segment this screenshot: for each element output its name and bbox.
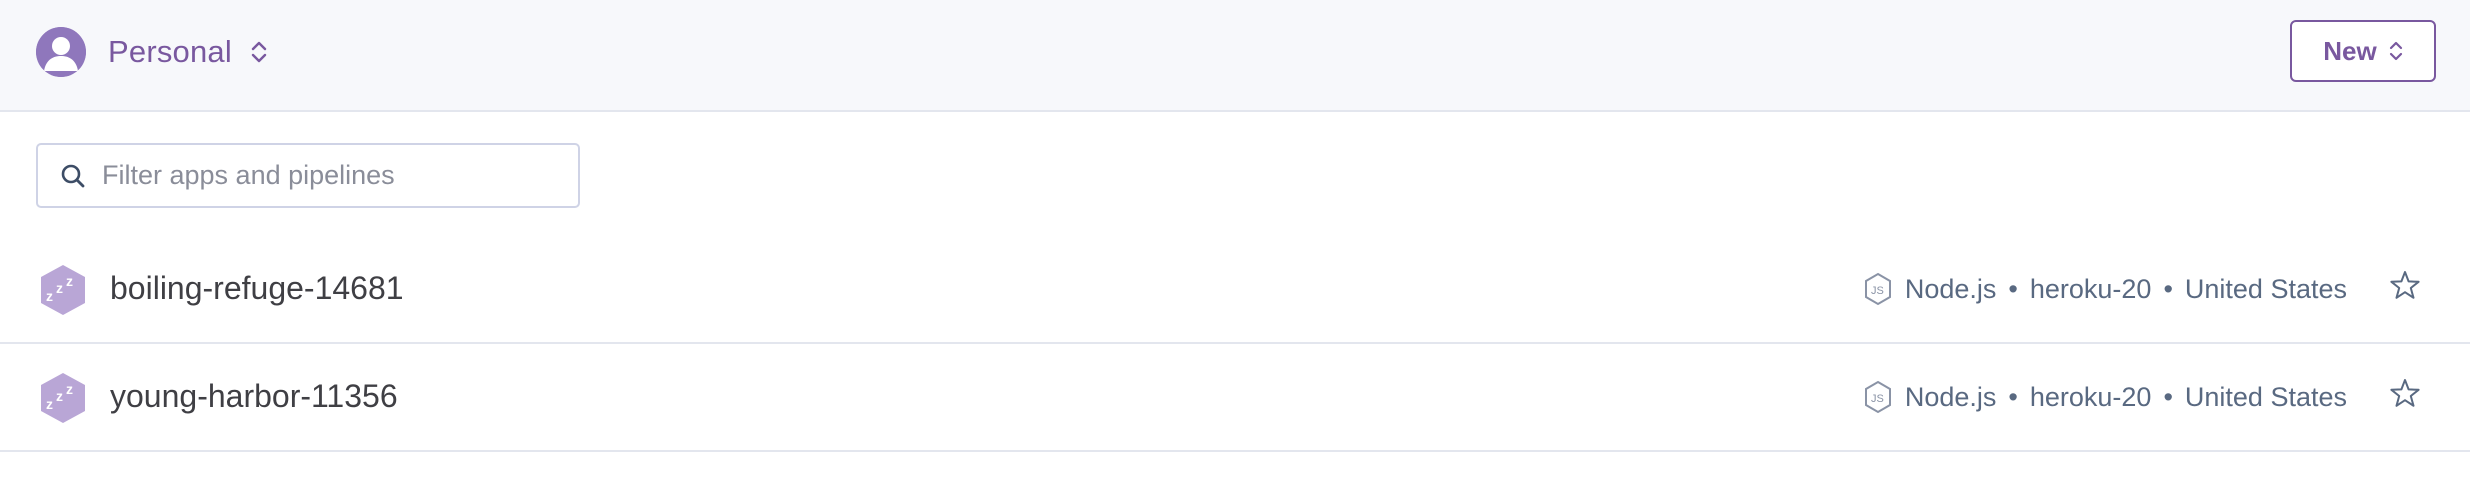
app-name-link[interactable]: boiling-refuge-14681 [110, 270, 404, 307]
account-label: Personal [108, 34, 232, 69]
app-stack: heroku-20 [2029, 273, 2152, 304]
svg-text:z: z [66, 273, 73, 289]
svg-text:z: z [66, 381, 73, 397]
app-meta: JS Node.js • heroku-20 • United States [1863, 272, 2347, 306]
star-icon[interactable] [2388, 377, 2422, 411]
new-button[interactable]: New [2290, 20, 2436, 82]
search-icon [61, 164, 85, 187]
app-region: United States [2184, 381, 2347, 412]
star-icon[interactable] [2388, 269, 2422, 303]
app-row[interactable]: z z z boiling-refuge-14681 JS Node.js • … [0, 236, 2470, 344]
app-stack: heroku-20 [2029, 381, 2152, 412]
svg-text:JS: JS [1871, 285, 1884, 297]
app-list: z z z boiling-refuge-14681 JS Node.js • … [0, 236, 2470, 452]
nodejs-icon: JS [1864, 380, 1891, 414]
separator: • [2163, 273, 2173, 304]
svg-text:z: z [56, 388, 63, 404]
sleeping-dyno-icon: z z z [41, 265, 85, 315]
avatar [36, 27, 86, 77]
app-header: Personal New [0, 0, 2470, 112]
filter-input[interactable] [100, 159, 564, 192]
new-button-label: New [2323, 35, 2377, 66]
svg-text:z: z [56, 280, 63, 296]
chevron-up-down-icon [2389, 41, 2402, 61]
app-row[interactable]: z z z young-harbor-11356 JS Node.js • he… [0, 344, 2470, 452]
app-meta: JS Node.js • heroku-20 • United States [1863, 380, 2347, 414]
account-switcher[interactable]: Personal [36, 26, 268, 78]
separator: • [2163, 381, 2173, 412]
sleeping-dyno-icon: z z z [41, 373, 85, 423]
app-name-link[interactable]: young-harbor-11356 [110, 378, 398, 415]
app-language: Node.js [1904, 381, 1997, 412]
chevron-up-down-icon [251, 41, 267, 63]
svg-text:z: z [46, 288, 53, 304]
app-region: United States [2184, 273, 2347, 304]
app-language: Node.js [1904, 273, 1997, 304]
separator: • [2008, 381, 2018, 412]
separator: • [2008, 273, 2018, 304]
svg-text:JS: JS [1871, 393, 1884, 405]
svg-text:z: z [46, 396, 53, 412]
filter-field[interactable] [36, 143, 580, 208]
nodejs-icon: JS [1864, 272, 1891, 306]
